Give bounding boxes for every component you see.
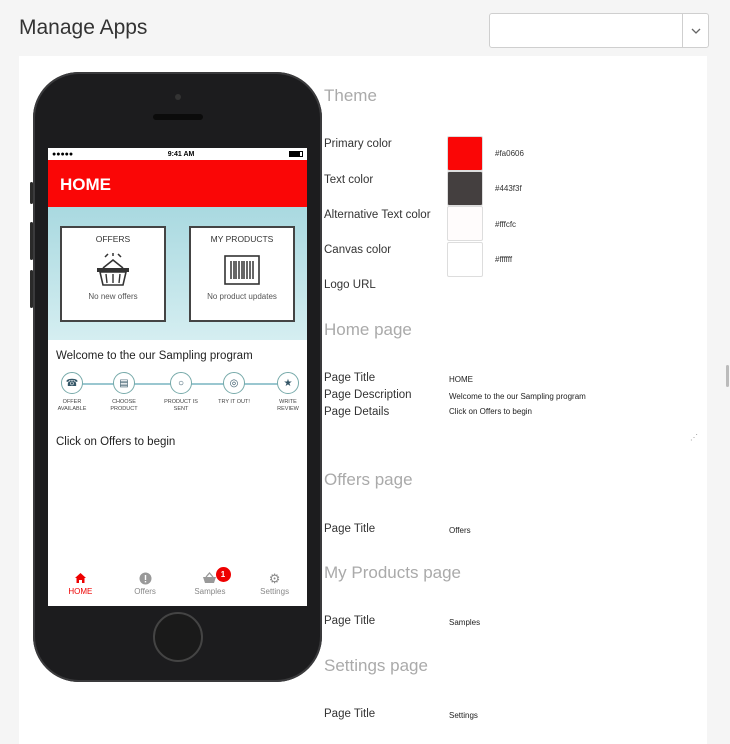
notification-badge: 1: [215, 567, 231, 582]
products-page-title-input[interactable]: Samples: [449, 618, 480, 627]
step-label: CHOOSE PRODUCT: [110, 399, 138, 412]
tab-settings[interactable]: ⚙ Settings: [242, 566, 307, 606]
cards-area: OFFERS No new offers MY PRODUCTS No prod…: [48, 207, 307, 340]
home-icon: [48, 572, 113, 586]
step-label: WRITE REVIEW: [277, 399, 299, 412]
basket-icon: [178, 572, 243, 586]
status-bar: ●●●●● 9:41 AM: [48, 148, 307, 160]
alt-text-color-swatch[interactable]: [447, 206, 483, 241]
logo-url-label: Logo URL: [324, 279, 376, 291]
step-choose-product: ▤ CHOOSE PRODUCT: [104, 372, 144, 413]
home-page-details-label: Page Details: [324, 406, 390, 418]
bell-icon: ☎: [61, 372, 83, 394]
progress-steps: ☎ OFFER AVAILABLE ▤ CHOOSE PRODUCT ○ PRO…: [48, 372, 307, 428]
page-title: Manage Apps: [19, 16, 148, 39]
canvas-color-label: Canvas color: [324, 244, 392, 256]
tab-label: Samples: [194, 587, 226, 596]
step-write-review: ★ WRITE REVIEW: [268, 372, 307, 413]
settings-page-title-label: Page Title: [324, 708, 376, 720]
primary-color-label: Primary color: [324, 138, 392, 150]
alert-icon: [113, 572, 178, 586]
gear-icon: ⚙: [268, 571, 281, 586]
products-page-section-title: My Products page: [324, 563, 462, 582]
globe-icon: ○: [170, 372, 192, 394]
camera-icon: [175, 94, 181, 100]
step-try-it: ◎ TRY IT OUT!: [214, 372, 254, 406]
primary-color-value[interactable]: #fa0606: [495, 149, 524, 158]
battery-icon: [288, 151, 303, 157]
tab-label: HOME: [68, 587, 93, 596]
card-title: OFFERS: [95, 234, 131, 244]
status-time: 9:41 AM: [167, 150, 195, 158]
basket-icon: [93, 252, 133, 288]
home-button: [153, 612, 203, 662]
volume-down-button: [30, 270, 33, 308]
speaker-icon: [153, 114, 203, 120]
step-product-sent: ○ PRODUCT IS SENT: [161, 372, 201, 413]
step-label: TRY IT OUT!: [218, 399, 250, 405]
phone-star-icon: ★: [277, 372, 299, 394]
alt-text-color-label: Alternative Text color: [324, 209, 431, 221]
text-color-label: Text color: [324, 174, 374, 186]
tab-home[interactable]: HOME: [48, 566, 113, 606]
home-page-section-title: Home page: [324, 320, 412, 339]
instruction-text: Click on Offers to begin: [56, 436, 176, 448]
mute-switch: [30, 182, 33, 204]
app-header: HOME: [48, 160, 307, 207]
alt-text-color-value[interactable]: #fffcfc: [495, 220, 516, 229]
card-title: MY PRODUCTS: [210, 234, 274, 244]
text-color-swatch[interactable]: [447, 171, 483, 206]
barcode-icon: [222, 252, 262, 288]
tab-samples[interactable]: 1 Samples: [178, 566, 243, 606]
settings-page-title-input[interactable]: Settings: [449, 711, 478, 720]
welcome-text: Welcome to the our Sampling program: [56, 350, 253, 362]
signal-indicator: ●●●●●: [52, 150, 74, 158]
manage-apps-page: Manage Apps ●●●●● 9:41 AM HOME OFFERS No…: [0, 0, 730, 744]
offers-page-section-title: Offers page: [324, 470, 413, 489]
textarea-resize-handle[interactable]: ⋰: [690, 433, 698, 442]
offers-card[interactable]: OFFERS No new offers: [60, 226, 166, 322]
primary-color-swatch[interactable]: [447, 136, 483, 171]
theme-section-title: Theme: [324, 86, 377, 105]
settings-form: Theme Primary color #fa0606 Text color #…: [324, 0, 704, 744]
products-page-title-label: Page Title: [324, 615, 376, 627]
home-page-title-label: Page Title: [324, 372, 376, 384]
offers-page-title-label: Page Title: [324, 523, 376, 535]
card-subtitle: No new offers: [88, 292, 138, 301]
card-subtitle: No product updates: [207, 292, 277, 301]
target-icon: ◎: [223, 372, 245, 394]
tab-label: Offers: [134, 587, 156, 596]
step-label: PRODUCT IS SENT: [164, 399, 198, 412]
step-label: OFFER AVAILABLE: [57, 399, 87, 412]
step-offer-available: ☎ OFFER AVAILABLE: [52, 372, 92, 413]
tab-offers[interactable]: Offers: [113, 566, 178, 606]
phone-screen: ●●●●● 9:41 AM HOME OFFERS No new offers: [48, 148, 307, 606]
home-page-description-input[interactable]: Welcome to the our Sampling program: [449, 392, 586, 401]
my-products-card[interactable]: MY PRODUCTS No product updates: [189, 226, 295, 322]
offers-page-title-input[interactable]: Offers: [449, 526, 471, 535]
canvas-color-value[interactable]: #ffffff: [495, 255, 512, 264]
home-page-description-label: Page Description: [324, 389, 412, 401]
volume-up-button: [30, 222, 33, 260]
canvas-color-swatch[interactable]: [447, 242, 483, 277]
home-page-title-input[interactable]: HOME: [449, 375, 473, 384]
barcode-icon: ▤: [113, 372, 135, 394]
tab-bar: HOME Offers 1 Samples ⚙ Settings: [48, 566, 307, 606]
text-color-value[interactable]: #443f3f: [495, 184, 522, 193]
scrollbar[interactable]: [726, 365, 729, 387]
home-page-details-textarea[interactable]: Click on Offers to begin: [449, 407, 532, 416]
settings-page-section-title: Settings page: [324, 656, 428, 675]
tab-label: Settings: [260, 587, 290, 596]
